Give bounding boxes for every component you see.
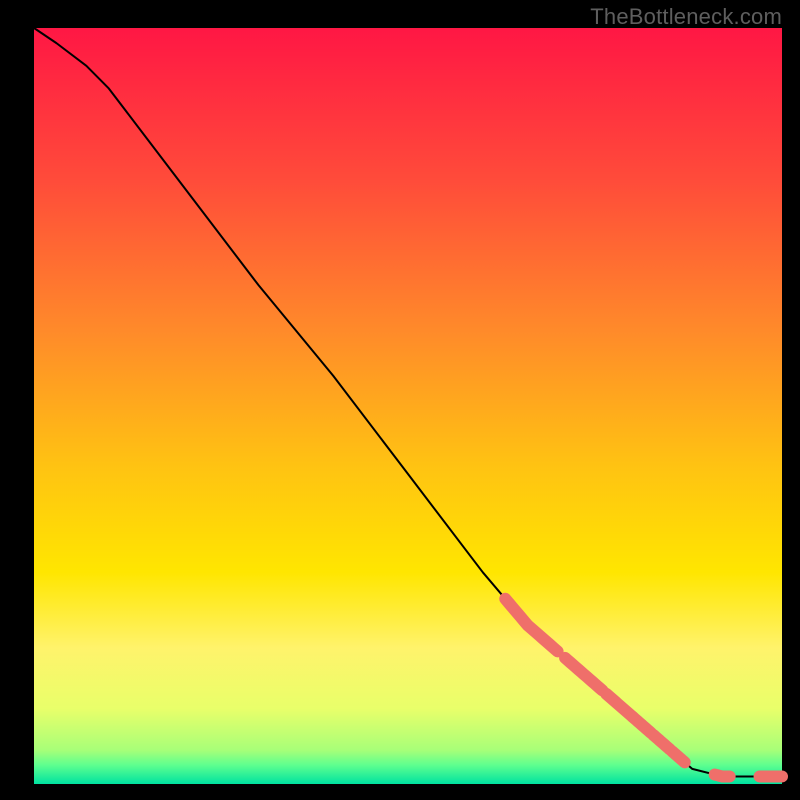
- plot-background: [34, 28, 782, 784]
- highlight-segment: [672, 751, 685, 762]
- chart-frame: TheBottleneck.com: [0, 0, 800, 800]
- watermark-text: TheBottleneck.com: [590, 4, 782, 30]
- chart-canvas: [0, 0, 800, 800]
- highlight-segment: [715, 775, 730, 777]
